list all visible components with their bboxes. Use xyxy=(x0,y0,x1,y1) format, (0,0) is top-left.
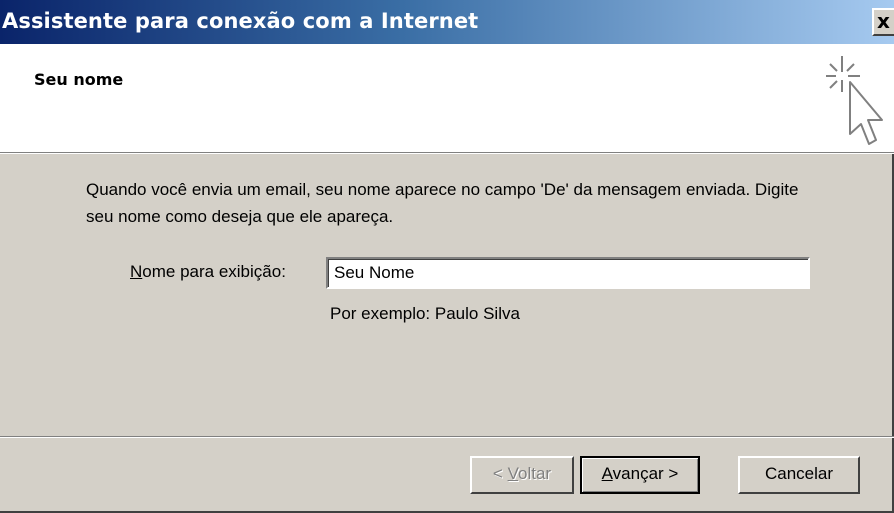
close-button[interactable]: x xyxy=(872,8,894,36)
example-text: Por exemplo: Paulo Silva xyxy=(330,304,520,323)
wizard-window: Assistente para conexão com a Internet x… xyxy=(0,0,894,513)
next-button-accelerator: A xyxy=(601,464,613,483)
window-title: Assistente para conexão com a Internet xyxy=(2,9,479,33)
wizard-header xyxy=(0,44,894,152)
display-name-label: Nome para exibição: xyxy=(130,262,286,282)
close-icon: x xyxy=(877,9,890,33)
wizard-cursor-sparkle-icon xyxy=(826,56,883,145)
display-name-label-text: ome para exibição: xyxy=(142,262,286,281)
display-name-input[interactable] xyxy=(326,257,810,289)
page-title: Seu nome xyxy=(34,70,124,89)
back-button-prefix: < xyxy=(492,464,508,483)
header-separator xyxy=(0,152,894,154)
back-button-accelerator: V xyxy=(507,464,518,483)
back-button-label: oltar xyxy=(517,464,552,483)
cancel-button-label: Cancelar xyxy=(764,464,834,483)
next-button-label: vançar > xyxy=(612,464,679,483)
footer-separator xyxy=(0,436,894,438)
instructions-text: Quando você envia um email, seu nome apa… xyxy=(86,180,799,226)
next-button[interactable]: Avançar > xyxy=(580,456,700,494)
display-name-label-accelerator: N xyxy=(130,262,143,281)
cancel-button[interactable]: Cancelar xyxy=(738,456,860,494)
title-bar[interactable]: Assistente para conexão com a Internet x xyxy=(0,0,894,44)
back-button[interactable]: < Voltar xyxy=(470,456,574,494)
